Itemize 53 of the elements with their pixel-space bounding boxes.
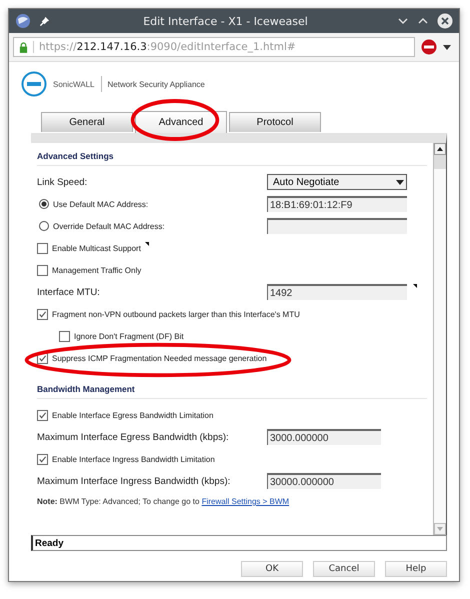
radio-label: Use Default MAC Address: xyxy=(53,200,148,208)
address-bar[interactable]: https://212.147.16.3:9090/editInterface_1.html# xyxy=(13,37,415,57)
checkbox-label: Enable Multicast Support xyxy=(52,244,141,252)
logo-icon xyxy=(21,71,47,97)
link-speed-select[interactable]: Auto Negotiate xyxy=(267,174,407,190)
url-text: https://212.147.16.3:9090/editInterface_1.html# xyxy=(39,41,296,53)
checkbox-label: Fragment non-VPN outbound packets larger than this Interface's MTU xyxy=(52,310,300,318)
scroll-up-icon[interactable] xyxy=(434,143,446,155)
section-heading: Advanced Settings xyxy=(37,146,427,166)
checkbox[interactable] xyxy=(37,242,48,254)
dropdown-arrow-icon[interactable] xyxy=(396,178,404,186)
input-field[interactable] xyxy=(267,218,407,234)
input-field[interactable]: 3000.000000 xyxy=(267,429,381,445)
pin-icon[interactable] xyxy=(39,16,50,26)
field-label: Interface MTU: xyxy=(37,286,100,298)
radio-button[interactable] xyxy=(39,221,49,231)
checkbox-label: Enable Interface Ingress Bandwidth Limitation xyxy=(52,454,215,464)
field-label: Link Speed: xyxy=(37,176,88,188)
checkbox-label: Ignore Don't Fragment (DF) Bit xyxy=(74,332,184,340)
tab[interactable]: Advanced xyxy=(135,111,227,133)
scrollbar-thumb[interactable] xyxy=(434,155,446,169)
radio-button[interactable] xyxy=(39,199,49,209)
dialog-button[interactable]: Help xyxy=(385,561,447,577)
field-label: Maximum Interface Ingress Bandwidth (kbps): xyxy=(37,476,230,486)
checkbox-label: Suppress ICMP Fragmentation Needed message generation xyxy=(52,354,267,362)
tab[interactable]: Protocol xyxy=(229,112,321,132)
checkbox[interactable] xyxy=(37,308,48,320)
scrollbar[interactable] xyxy=(433,143,446,535)
brand-name: SonicWALL xyxy=(53,80,94,88)
checkbox[interactable] xyxy=(37,454,48,464)
note-text: Note: BWM Type: Advanced; To change go to Firewall Settings > BWM xyxy=(37,497,290,506)
radio-label: Override Default MAC Address: xyxy=(53,222,165,230)
dialog-button[interactable]: Cancel xyxy=(313,561,375,577)
checkbox[interactable] xyxy=(59,330,70,342)
window-title: Edit Interface - X1 - Iceweasel xyxy=(142,14,309,28)
firewall-settings-link[interactable]: Firewall Settings > BWM xyxy=(202,497,290,506)
dialog-button[interactable]: OK xyxy=(241,561,303,577)
tab[interactable]: General xyxy=(41,112,133,132)
field-label: Maximum Interface Egress Bandwidth (kbps): xyxy=(37,432,229,442)
globe-icon xyxy=(15,13,31,29)
checkbox[interactable] xyxy=(37,264,48,276)
input-field[interactable]: 30000.000000 xyxy=(267,473,381,489)
status-bar: Ready xyxy=(31,535,447,551)
product-name: Network Security Appliance xyxy=(108,80,205,88)
dropdown-arrow-icon[interactable] xyxy=(443,43,451,51)
lock-icon xyxy=(19,42,28,52)
section-heading: Bandwidth Management xyxy=(37,379,427,399)
input-field[interactable]: 18:B1:69:01:12:F9 xyxy=(267,196,407,212)
checkbox-label: Enable Interface Egress Bandwidth Limitation xyxy=(52,410,214,420)
checkbox-label: Management Traffic Only xyxy=(52,266,142,274)
close-icon[interactable] xyxy=(437,13,453,29)
input-field[interactable]: 1492 xyxy=(267,284,407,300)
checkbox[interactable] xyxy=(37,410,48,420)
